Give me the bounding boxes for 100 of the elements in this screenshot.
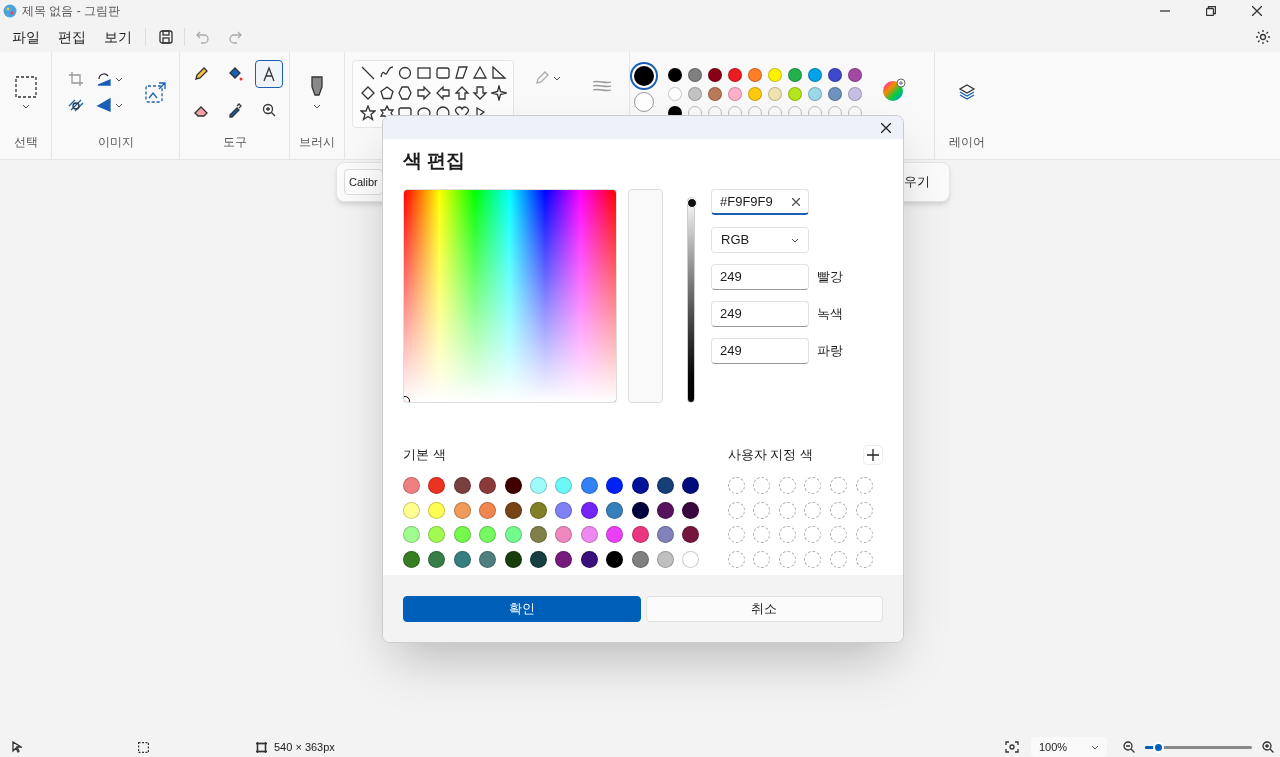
- color-swatch[interactable]: [808, 68, 822, 82]
- rectangle-shape-icon[interactable]: [416, 65, 433, 81]
- rounded-rectangle-shape-icon[interactable]: [434, 65, 451, 81]
- menu-item[interactable]: 편집: [49, 24, 95, 50]
- color-swatch[interactable]: [728, 87, 742, 101]
- basic-color-swatch[interactable]: [428, 550, 446, 568]
- color-swatch[interactable]: [808, 87, 822, 101]
- color-mode-dropdown[interactable]: RGB: [711, 227, 809, 253]
- font-field[interactable]: Calibr: [344, 169, 383, 195]
- cancel-button[interactable]: 취소: [645, 595, 883, 622]
- color-swatch[interactable]: [788, 68, 802, 82]
- triangle-shape-icon[interactable]: [472, 65, 489, 81]
- basic-color-swatch[interactable]: [479, 501, 497, 519]
- basic-color-swatch[interactable]: [682, 550, 700, 568]
- four-point-star-shape-icon[interactable]: [491, 85, 508, 101]
- text-tool[interactable]: [254, 60, 283, 88]
- color-swatch[interactable]: [728, 68, 742, 82]
- basic-color-swatch[interactable]: [606, 477, 624, 494]
- brushes-button[interactable]: [310, 75, 324, 109]
- basic-color-swatch[interactable]: [606, 526, 624, 543]
- right-arrow-shape-icon[interactable]: [416, 85, 433, 101]
- color-swatch[interactable]: [848, 68, 862, 82]
- right-triangle-shape-icon[interactable]: [491, 65, 508, 81]
- five-point-star-shape-icon[interactable]: [359, 105, 376, 121]
- confirm-button[interactable]: 확인: [403, 595, 641, 622]
- basic-color-swatch[interactable]: [529, 477, 547, 494]
- color-swatch[interactable]: [748, 87, 762, 101]
- basic-color-swatch[interactable]: [682, 526, 700, 543]
- pentagon-shape-icon[interactable]: [378, 85, 395, 101]
- color-swatch[interactable]: [688, 87, 702, 101]
- color-wheel-icon[interactable]: [882, 78, 906, 102]
- basic-color-swatch[interactable]: [656, 550, 674, 568]
- basic-color-swatch[interactable]: [656, 477, 674, 494]
- basic-color-swatch[interactable]: [479, 526, 497, 543]
- basic-color-swatch[interactable]: [428, 477, 446, 494]
- color-swatch[interactable]: [828, 87, 842, 101]
- basic-color-swatch[interactable]: [479, 550, 497, 568]
- basic-color-swatch[interactable]: [504, 526, 522, 543]
- basic-color-swatch[interactable]: [403, 477, 420, 494]
- basic-color-swatch[interactable]: [529, 501, 547, 519]
- current-color-swatch[interactable]: [634, 92, 654, 112]
- color-swatch[interactable]: [848, 87, 862, 101]
- basic-color-swatch[interactable]: [580, 477, 598, 494]
- settings-icon[interactable]: [1255, 29, 1271, 45]
- slider-thumb[interactable]: [1152, 741, 1164, 753]
- basic-color-swatch[interactable]: [428, 501, 446, 519]
- zoom-out-icon[interactable]: [1123, 741, 1135, 753]
- basic-color-swatch[interactable]: [555, 501, 573, 519]
- menu-item[interactable]: 보기: [95, 24, 141, 50]
- color-swatch[interactable]: [708, 87, 722, 101]
- basic-color-swatch[interactable]: [504, 501, 522, 519]
- zoom-in-icon[interactable]: [1262, 741, 1274, 753]
- color-swatch[interactable]: [788, 87, 802, 101]
- basic-color-swatch[interactable]: [682, 477, 700, 494]
- menu-item[interactable]: 파일: [3, 24, 49, 50]
- basic-color-swatch[interactable]: [555, 526, 573, 543]
- polygon-shape-icon[interactable]: [453, 65, 470, 81]
- hex-field[interactable]: #F9F9F9: [711, 189, 809, 215]
- basic-color-swatch[interactable]: [479, 477, 497, 494]
- select-button[interactable]: [14, 75, 37, 109]
- color-spectrum[interactable]: [403, 189, 617, 403]
- basic-color-swatch[interactable]: [580, 526, 598, 543]
- basic-color-swatch[interactable]: [682, 501, 700, 519]
- size-button[interactable]: [592, 80, 612, 94]
- basic-color-swatch[interactable]: [403, 550, 420, 568]
- basic-color-swatch[interactable]: [453, 477, 471, 494]
- basic-color-swatch[interactable]: [606, 550, 624, 568]
- basic-color-swatch[interactable]: [580, 501, 598, 519]
- zoom-dropdown[interactable]: 100%: [1031, 737, 1107, 757]
- basic-color-swatch[interactable]: [656, 501, 674, 519]
- basic-color-swatch[interactable]: [555, 550, 573, 568]
- down-arrow-shape-icon[interactable]: [472, 85, 489, 101]
- brightness-slider[interactable]: [687, 197, 695, 403]
- basic-color-swatch[interactable]: [555, 477, 573, 494]
- basic-color-swatch[interactable]: [403, 526, 420, 543]
- basic-color-swatch[interactable]: [529, 526, 547, 543]
- add-color-button[interactable]: [863, 445, 883, 465]
- slider-thumb[interactable]: [687, 197, 697, 208]
- basic-color-swatch[interactable]: [504, 550, 522, 568]
- color-swatch[interactable]: [768, 68, 782, 82]
- color-swatch[interactable]: [668, 68, 682, 82]
- color-swatch[interactable]: [688, 68, 702, 82]
- layers-button[interactable]: [957, 83, 976, 101]
- color-swatch[interactable]: [828, 68, 842, 82]
- color-swatch[interactable]: [748, 68, 762, 82]
- channel-field[interactable]: 249: [711, 338, 809, 364]
- basic-color-swatch[interactable]: [631, 477, 649, 494]
- basic-color-swatch[interactable]: [529, 550, 547, 568]
- channel-field[interactable]: 249: [711, 301, 809, 327]
- basic-color-swatch[interactable]: [453, 550, 471, 568]
- diamond-shape-icon[interactable]: [359, 85, 376, 101]
- basic-color-swatch[interactable]: [453, 501, 471, 519]
- basic-color-swatch[interactable]: [606, 501, 624, 519]
- basic-color-swatch[interactable]: [428, 526, 446, 543]
- line-shape-icon[interactable]: [359, 65, 376, 81]
- current-color-swatch[interactable]: [634, 66, 654, 86]
- basic-color-swatch[interactable]: [580, 550, 598, 568]
- oval-shape-icon[interactable]: [397, 65, 414, 81]
- color-swatch[interactable]: [668, 87, 682, 101]
- basic-color-swatch[interactable]: [631, 501, 649, 519]
